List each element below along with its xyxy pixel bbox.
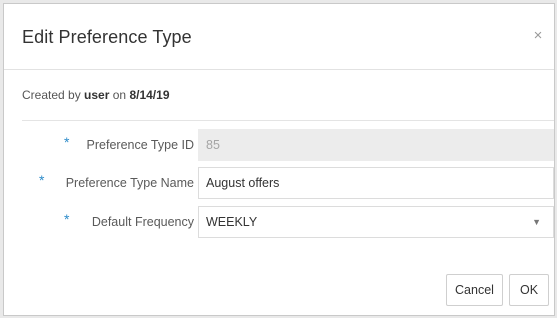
default-frequency-value: WEEKLY xyxy=(206,215,258,229)
cancel-button[interactable]: Cancel xyxy=(446,274,503,306)
preference-type-id-row: * Preference Type ID 85 xyxy=(4,129,554,161)
preference-type-name-value: August offers xyxy=(206,176,280,190)
dialog-header: Edit Preference Type × xyxy=(4,4,554,70)
divider xyxy=(22,120,554,121)
required-marker: * xyxy=(64,211,70,227)
created-info: Created by user on 8/14/19 xyxy=(22,88,170,102)
created-prefix: Created by xyxy=(22,88,81,102)
default-frequency-select[interactable]: WEEKLY ▼ xyxy=(198,206,554,238)
required-marker: * xyxy=(64,134,70,150)
created-date: 8/14/19 xyxy=(129,88,170,102)
chevron-down-icon[interactable]: ▼ xyxy=(532,207,541,237)
ok-button[interactable]: OK xyxy=(509,274,549,306)
preference-type-name-row: * Preference Type Name August offers xyxy=(4,167,554,199)
dialog-title: Edit Preference Type xyxy=(22,27,192,47)
preference-type-name-input[interactable]: August offers xyxy=(198,167,554,199)
preference-type-id-field: 85 xyxy=(198,129,554,161)
preference-type-name-label: Preference Type Name xyxy=(65,176,194,190)
preference-type-id-label: Preference Type ID xyxy=(86,138,194,152)
created-on: on xyxy=(112,88,127,102)
required-marker: * xyxy=(39,172,45,188)
default-frequency-label: Default Frequency xyxy=(91,215,194,229)
created-user: user xyxy=(84,88,110,102)
edit-preference-type-dialog: Edit Preference Type × Created by user o… xyxy=(3,3,555,316)
default-frequency-row: * Default Frequency WEEKLY ▼ xyxy=(4,206,554,238)
close-icon[interactable]: × xyxy=(530,28,546,44)
preference-type-id-value: 85 xyxy=(206,138,220,152)
